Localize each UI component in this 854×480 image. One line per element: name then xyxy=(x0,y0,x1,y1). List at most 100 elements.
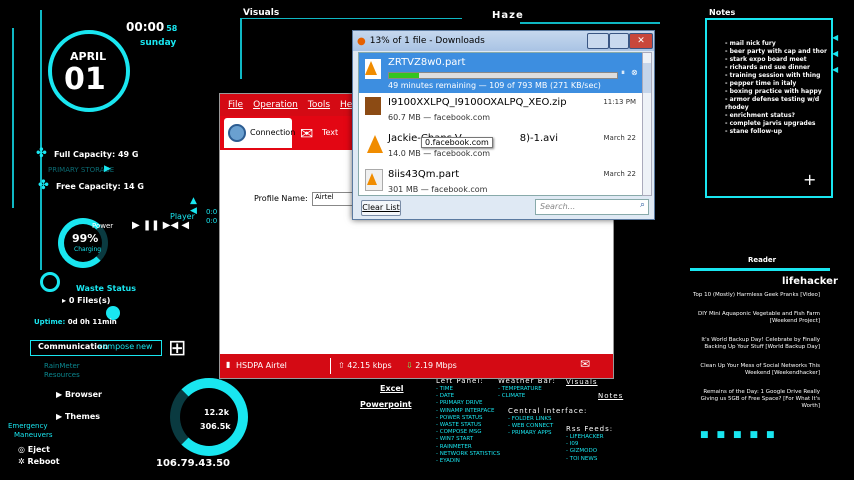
downloads-scrollbar[interactable] xyxy=(642,52,652,196)
connection-icon xyxy=(228,124,246,142)
download-item[interactable]: ZRTVZ8w0.part ⏸ ⊗ 49 minutes remaining —… xyxy=(359,53,642,93)
visuals-legend: Visuals xyxy=(566,378,598,386)
rss-title: Rss Feeds: xyxy=(566,425,614,433)
firefox-icon: ● xyxy=(357,35,366,47)
excel-link[interactable]: Excel xyxy=(380,384,404,393)
arrow-right-icon: ▶ xyxy=(104,164,111,174)
clear-list-button[interactable]: Clear List xyxy=(361,200,401,216)
tab-text[interactable]: ✉ Text xyxy=(298,118,358,148)
legend-item: - TOI NEWS xyxy=(566,455,598,462)
menu-tools[interactable]: Tools xyxy=(308,100,330,110)
legend-item: - DATE xyxy=(436,393,455,400)
free-capacity: Free Capacity: 14 G xyxy=(56,182,144,191)
downloads-window: ● 13% of 1 file - Downloads ✕ ZRTVZ8w0.p… xyxy=(352,30,655,220)
search-field[interactable]: Search... ⌕ xyxy=(535,199,649,215)
tab-connection[interactable]: Connection xyxy=(224,118,296,148)
download-item[interactable]: 8iis43Qm.part March 22 301 MB — facebook… xyxy=(359,165,642,195)
reader-item[interactable]: It's World Backup Day! Celebrate by Fina… xyxy=(690,337,820,351)
reboot-button[interactable]: ✲ Reboot xyxy=(18,457,60,466)
themes-link[interactable]: ▶ Themes xyxy=(56,412,100,421)
new-link[interactable]: new xyxy=(136,342,153,351)
reader-item[interactable]: Remains of the Day: 1 Google Drive Reall… xyxy=(690,389,820,410)
player-times: 0:0 0:0 xyxy=(206,208,218,225)
envelope-icon: ✉ xyxy=(300,124,314,143)
legend-item: - NETWORK STATISTICS xyxy=(436,450,501,457)
download-sub: 301 MB — facebook.com xyxy=(388,185,488,194)
notes-side-arrows[interactable]: ◀ ◀ ◀ xyxy=(832,30,838,78)
download-progress-fill xyxy=(389,73,419,78)
power-percent: 99% xyxy=(72,232,99,245)
status-divider xyxy=(330,358,331,374)
menu-operation[interactable]: Operation xyxy=(253,100,298,110)
profile-name-field[interactable]: Airtel xyxy=(312,192,356,206)
download-item[interactable]: I9100XXLPQ_I9100OXALPQ_XEO.zip 11:13 PM … xyxy=(359,93,642,129)
compose-link[interactable]: compose xyxy=(98,342,134,351)
clock-day: sunday xyxy=(140,38,177,48)
left-panel-legend: Left Panel: - TIME - DATE - PRIMARY DRIVE -… xyxy=(436,377,500,465)
waste-label: Waste Status xyxy=(76,284,136,293)
central-title: Central Interface: xyxy=(508,407,588,415)
left-hud: 00:00 58 sunday APRIL 01 Full Capacity: 4… xyxy=(0,0,248,480)
vlc-icon xyxy=(367,173,377,185)
notes-legend: Notes xyxy=(598,392,624,400)
legend-item: - WINAMP INTERFACE xyxy=(436,407,495,414)
download-name: 8iis43Qm.part xyxy=(388,169,460,180)
menu-file[interactable]: File xyxy=(228,100,243,110)
waste-icon[interactable] xyxy=(40,272,60,292)
date-label: 01 xyxy=(64,62,106,97)
full-capacity: Full Capacity: 49 G xyxy=(54,150,139,159)
ip-address: 106.79.43.50 xyxy=(156,458,231,469)
browser-link[interactable]: ▶ Browser xyxy=(56,390,102,399)
scroll-thumb[interactable] xyxy=(643,63,651,93)
legend-item: - TIME xyxy=(436,386,453,392)
visuals-label: Visuals xyxy=(243,8,280,18)
pause-icon[interactable]: ⏸ xyxy=(621,68,625,78)
legend-item: - PRIMARY DRIVE xyxy=(436,400,483,407)
note-item: - richards and sue dinner xyxy=(725,64,811,71)
legend-item: - RAINMETER xyxy=(436,443,472,450)
reader-item[interactable]: Clean Up Your Mess of Social Networks Th… xyxy=(690,363,820,377)
downloads-list: ZRTVZ8w0.part ⏸ ⊗ 49 minutes remaining —… xyxy=(358,52,643,196)
vlc-icon xyxy=(367,135,383,153)
powerpoint-link[interactable]: Powerpoint xyxy=(360,400,412,409)
emergency-title: Emergency Maneuvers xyxy=(8,422,53,439)
signal-icon: ▮ xyxy=(226,360,231,369)
cancel-icon[interactable]: ⊗ xyxy=(631,68,638,77)
rainmeter[interactable]: RainMeter Resources xyxy=(44,362,80,380)
reader-item[interactable]: DIY Mini Aquaponic Vegetable and Fish Fa… xyxy=(690,311,820,325)
profile-name-label: Profile Name: xyxy=(254,194,308,203)
download-sub: 60.7 MB — facebook.com xyxy=(388,113,490,122)
plus-icon[interactable]: + xyxy=(803,170,816,189)
legend-item: - WASTE STATUS xyxy=(436,422,482,429)
download-sub: 49 minutes remaining — 109 of 793 MB (27… xyxy=(388,81,601,90)
close-button[interactable]: ✕ xyxy=(629,33,653,49)
reader-item[interactable]: Top 10 (Mostly) Harmless Geek Pranks [Vi… xyxy=(690,292,820,299)
notes-title: Notes xyxy=(709,8,736,17)
uptime: Uptime: 0d 0h 11min xyxy=(34,318,117,326)
minimize-button[interactable] xyxy=(587,33,609,49)
eject-up-icon[interactable]: ▲ ◀ xyxy=(190,196,200,216)
windows-icon[interactable]: ⊞ xyxy=(168,336,186,361)
net-up: 12.2k xyxy=(204,408,230,417)
search-icon: ⌕ xyxy=(639,200,645,210)
reader-source: lifehacker xyxy=(782,276,838,287)
zip-icon xyxy=(365,97,381,115)
message-icon[interactable]: ✉ xyxy=(580,357,590,371)
player-controls[interactable]: ▶ ❚❚ ▶◀ ◀ xyxy=(132,220,189,231)
reader-list: Top 10 (Mostly) Harmless Geek Pranks [Vi… xyxy=(690,292,820,422)
power-label: Power xyxy=(92,222,114,230)
eject-button[interactable]: ◎ Eject xyxy=(18,445,50,454)
tab-connection-label: Connection xyxy=(250,128,296,137)
note-item: - complete jarvis upgrades xyxy=(725,120,816,127)
download-date: March 22 xyxy=(603,134,636,142)
maximize-button[interactable] xyxy=(609,33,629,49)
download-date: 11:13 PM xyxy=(603,98,636,106)
legend-item: - EYADIN xyxy=(436,458,460,465)
download-item[interactable]: Jackie-Chans-V8)-1.avi March 22 14.0 MB … xyxy=(359,129,642,165)
clock-time: 00:00 58 xyxy=(126,20,178,34)
fan-icon: ✤ xyxy=(36,146,47,161)
legend-item: - I09 xyxy=(566,441,579,448)
reader-pager[interactable]: ■■■■■ xyxy=(700,430,783,440)
rss-legend: Rss Feeds: - LIFEHACKER - I09- GIZMODO - T… xyxy=(566,425,613,463)
notes-panel: Notes - mail nick fury - beer party with … xyxy=(705,8,833,198)
